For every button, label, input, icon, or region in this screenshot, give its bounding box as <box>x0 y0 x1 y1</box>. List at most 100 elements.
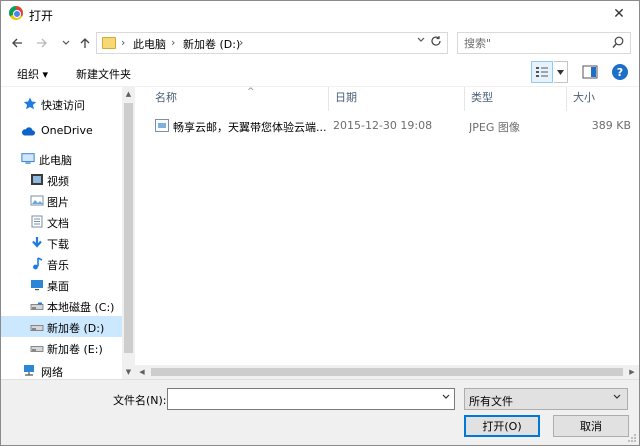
chevron-down-icon <box>442 394 450 399</box>
change-view-button[interactable] <box>531 61 553 83</box>
nav-item-quick-access[interactable]: 快速访问 <box>1 93 122 114</box>
breadcrumb-separator[interactable]: › <box>121 36 125 49</box>
file-list: 名称 ^ 日期 类型 大小 畅享云邮，天翼带您体验云端... 2015-12-3… <box>135 87 639 379</box>
nav-item-desktop[interactable]: 桌面 <box>1 274 122 295</box>
search-icon[interactable] <box>612 36 624 50</box>
column-header-date[interactable]: 日期 <box>329 87 465 111</box>
column-header-label: 大小 <box>573 91 595 104</box>
file-size: 389 KB <box>591 119 631 132</box>
breadcrumb-this-pc[interactable]: 此电脑 <box>133 36 166 52</box>
resize-grip-icon[interactable] <box>627 433 637 443</box>
column-header-label: 名称 <box>155 91 177 104</box>
new-folder-button[interactable]: 新建文件夹 <box>76 66 131 82</box>
address-bar[interactable]: › 此电脑 › 新加卷 (D:) › <box>96 32 448 54</box>
scroll-down-arrow-icon[interactable]: ▼ <box>122 365 135 379</box>
nav-item-downloads[interactable]: 下载 <box>1 232 122 253</box>
forward-button[interactable] <box>33 33 51 53</box>
nav-item-this-pc[interactable]: 此电脑 <box>1 148 122 169</box>
open-file-dialog: 打开 ✕ › 此电脑 › 新加卷 (D:) › 搜索" 组织 ▾ 新建文件夹 ?… <box>0 0 640 446</box>
column-header-type[interactable]: 类型 <box>465 87 567 111</box>
preview-pane-icon <box>582 65 598 79</box>
cancel-button[interactable]: 取消 <box>553 415 629 437</box>
arrow-left-icon <box>12 38 22 48</box>
nav-item-onedrive[interactable]: OneDrive <box>1 120 122 141</box>
pictures-icon <box>30 195 44 206</box>
scroll-right-arrow-icon[interactable]: ▶ <box>625 365 639 379</box>
arrow-up-icon <box>80 38 90 48</box>
horizontal-scrollbar[interactable]: ◀ ▶ <box>135 365 639 379</box>
desktop-icon <box>31 280 43 291</box>
nav-item-network[interactable]: 网络 <box>1 360 122 381</box>
close-button[interactable]: ✕ <box>599 1 639 27</box>
navigation-pane: 快速访问 OneDrive 此电脑 视频 图片 文档 下载 音乐 桌面 本地磁盘… <box>1 87 135 379</box>
view-options-dropdown[interactable] <box>554 61 568 83</box>
title-bar: 打开 ✕ <box>1 1 639 27</box>
network-icon <box>24 365 34 376</box>
nav-item-label: 下载 <box>47 238 69 251</box>
nav-scrollbar-thumb[interactable] <box>124 103 133 353</box>
organize-button[interactable]: 组织 ▾ <box>17 66 48 82</box>
search-input[interactable] <box>464 37 604 50</box>
chevron-down-icon <box>613 393 621 403</box>
nav-item-new-volume-e[interactable]: 新加卷 (E:) <box>1 337 122 358</box>
filename-input[interactable] <box>170 391 430 407</box>
cloud-icon <box>22 127 35 136</box>
nav-item-label: 桌面 <box>47 280 69 293</box>
drive-icon <box>30 346 44 352</box>
nav-item-videos[interactable]: 视频 <box>1 169 122 190</box>
nav-item-label: 本地磁盘 (C:) <box>47 301 115 314</box>
filename-combobox[interactable] <box>167 388 455 410</box>
dialog-footer: 文件名(N): 所有文件 打开(O) 取消 <box>1 379 639 445</box>
details-view-icon <box>536 67 548 77</box>
horizontal-scrollbar-thumb[interactable] <box>151 368 623 376</box>
window-title: 打开 <box>29 9 54 23</box>
scroll-up-arrow-icon[interactable]: ▲ <box>122 87 135 101</box>
nav-item-new-volume-d[interactable]: 新加卷 (D:) <box>1 316 122 337</box>
music-icon <box>33 257 43 270</box>
file-type-select[interactable]: 所有文件 <box>464 388 628 410</box>
nav-item-pictures[interactable]: 图片 <box>1 190 122 211</box>
drive-icon <box>30 325 44 331</box>
refresh-icon <box>431 36 441 46</box>
preview-pane-button[interactable] <box>581 63 599 81</box>
nav-item-label: 图片 <box>47 196 69 209</box>
refresh-button[interactable] <box>430 35 442 50</box>
recent-locations-button[interactable] <box>57 33 75 53</box>
open-button[interactable]: 打开(O) <box>464 415 540 437</box>
back-button[interactable] <box>8 33 26 53</box>
filename-label: 文件名(N): <box>113 394 167 407</box>
video-icon <box>31 174 43 185</box>
nav-item-documents[interactable]: 文档 <box>1 211 122 232</box>
chevron-down-icon <box>62 40 70 45</box>
breadcrumb-drive-d[interactable]: 新加卷 (D:) <box>183 36 240 52</box>
nav-item-label: 快速访问 <box>41 99 85 112</box>
nav-item-label: 新加卷 (E:) <box>47 343 103 356</box>
image-file-icon <box>155 119 169 132</box>
help-button[interactable]: ? <box>612 64 628 80</box>
breadcrumb-separator[interactable]: › <box>171 36 175 49</box>
file-row[interactable]: 畅享云邮，天翼带您体验云端... 2015-12-30 19:08 JPEG 图… <box>149 115 635 137</box>
nav-item-label: 音乐 <box>47 259 69 272</box>
nav-scrollbar[interactable]: ▲ ▼ <box>122 87 135 379</box>
folder-icon <box>102 37 116 49</box>
computer-icon <box>21 153 35 164</box>
arrow-right-icon <box>37 38 47 48</box>
nav-item-music[interactable]: 音乐 <box>1 253 122 274</box>
nav-item-label: 新加卷 (D:) <box>47 322 105 335</box>
download-icon <box>32 237 42 248</box>
nav-item-label: 文档 <box>47 217 69 230</box>
nav-item-local-disk-c[interactable]: 本地磁盘 (C:) <box>1 295 122 316</box>
nav-item-label: OneDrive <box>41 124 93 137</box>
search-box[interactable] <box>457 32 631 54</box>
up-button[interactable] <box>76 33 94 53</box>
scroll-left-arrow-icon[interactable]: ◀ <box>135 365 149 379</box>
caret-down-icon <box>557 69 564 75</box>
column-header-size[interactable]: 大小 <box>567 87 639 111</box>
column-header-name[interactable]: 名称 ^ <box>149 87 329 111</box>
file-type: JPEG 图像 <box>469 121 520 134</box>
breadcrumb-separator[interactable]: › <box>239 36 243 49</box>
chevron-down-icon <box>417 37 425 42</box>
address-dropdown-button[interactable] <box>417 36 425 46</box>
sort-ascending-icon: ^ <box>247 87 255 97</box>
filename-dropdown-button[interactable] <box>442 393 450 403</box>
